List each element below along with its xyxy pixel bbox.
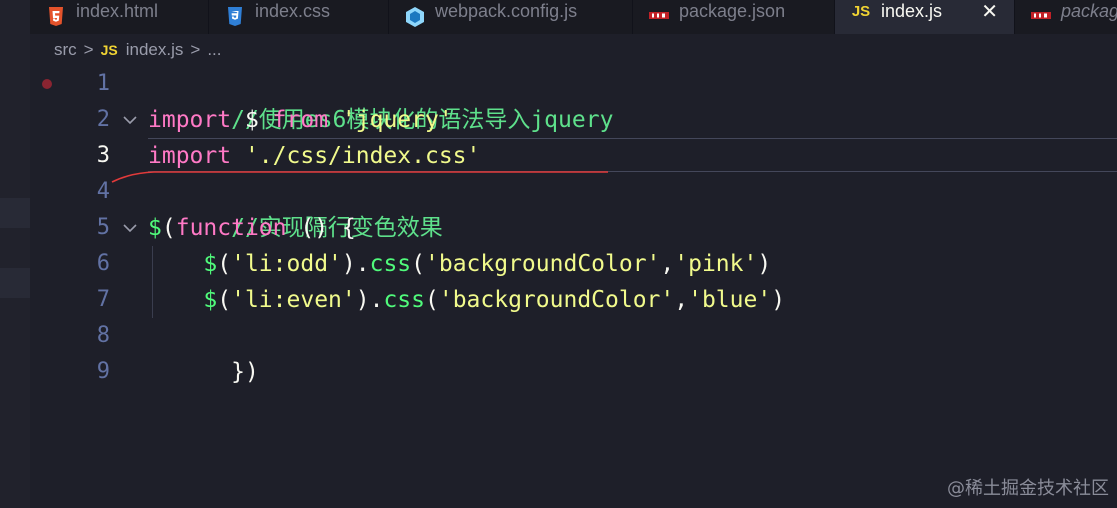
activity-bar-item[interactable] — [0, 198, 30, 228]
breadcrumb: src > JS index.js > ... — [30, 34, 1117, 66]
breadcrumb-more[interactable]: ... — [207, 40, 221, 60]
line-number: 5 — [96, 215, 110, 240]
js-icon: JS — [100, 42, 118, 58]
function-call: $ — [203, 287, 218, 313]
code-line-3: import './css/index.css' — [148, 138, 480, 174]
tab-label: index.css — [255, 0, 331, 21]
punctuation: ) — [771, 287, 786, 313]
line-number: 4 — [96, 179, 110, 204]
css3-icon — [225, 7, 245, 27]
punctuation: () { — [286, 215, 356, 241]
npm-icon — [1031, 12, 1051, 22]
tab-package-json-preview[interactable]: packag — [1015, 0, 1117, 34]
string: 'li:even' — [231, 287, 356, 313]
code-line-5: $(function () { — [148, 210, 356, 246]
tab-label: webpack.config.js — [435, 0, 578, 21]
breadcrumb-folder[interactable]: src — [54, 40, 77, 60]
chevron-right-icon: > — [190, 40, 201, 59]
close-icon[interactable]: ✕ — [981, 0, 998, 24]
js-icon: JS — [851, 2, 871, 20]
string: 'pink' — [674, 251, 758, 277]
tab-webpack-config[interactable]: webpack.config.js — [389, 0, 633, 34]
string: 'backgroundColor' — [438, 287, 675, 313]
punctuation: , — [674, 287, 689, 313]
breadcrumb-file[interactable]: index.js — [126, 40, 184, 60]
keyword: import — [148, 107, 232, 133]
punctuation: , — [660, 251, 675, 277]
tab-bar: index.html index.css webpack.config.js p… — [30, 0, 1117, 34]
line-number: 3 — [96, 143, 110, 168]
keyword: function — [175, 215, 287, 241]
punctuation: ). — [341, 251, 370, 277]
chevron-right-icon: > — [83, 40, 94, 59]
code-area[interactable]: //使用es6模块化的语法导入jquery import $ from 'jqu… — [148, 66, 1117, 508]
keyword: from — [272, 107, 329, 133]
tab-label: index.html — [76, 0, 159, 21]
keyword: import — [148, 143, 232, 169]
code-line-2: import $ from 'jquery' — [148, 102, 453, 138]
activity-bar-item[interactable] — [0, 268, 30, 298]
string: 'li:odd' — [231, 251, 342, 277]
tab-package-json[interactable]: package.json — [633, 0, 835, 34]
line-number: 2 — [96, 107, 110, 132]
gutter: 1 2 3 4 5 6 7 8 9 — [30, 66, 148, 508]
line-number: 1 — [96, 71, 110, 96]
tab-index-html[interactable]: index.html — [30, 0, 209, 34]
line-number: 9 — [96, 359, 110, 384]
punctuation: ( — [161, 215, 176, 241]
npm-icon — [649, 12, 669, 22]
punctuation: ( — [217, 251, 232, 277]
method-call: css — [369, 251, 412, 277]
code-line-4: //实现隔行变色效果 — [148, 174, 443, 241]
tab-label: index.js — [881, 0, 943, 21]
function-call: $ — [148, 215, 162, 241]
tab-index-js[interactable]: JS index.js ✕ — [835, 0, 1015, 34]
string: 'jquery' — [341, 107, 453, 133]
tab-label: packag — [1061, 0, 1117, 21]
function-call: $ — [203, 251, 218, 277]
code-line-7: $('li:even').css('backgroundColor','blue… — [148, 282, 785, 318]
punctuation: ( — [424, 287, 439, 313]
code-line-6: $('li:odd').css('backgroundColor','pink'… — [148, 246, 771, 282]
line-number: 6 — [96, 251, 110, 276]
method-call: css — [383, 287, 425, 313]
string: 'backgroundColor' — [425, 251, 661, 277]
line-number: 7 — [96, 287, 110, 312]
string: 'blue' — [688, 287, 772, 313]
punctuation: ). — [355, 287, 384, 313]
webpack-icon — [405, 7, 425, 27]
string: './css/index.css' — [244, 143, 481, 169]
fold-chevron-icon[interactable] — [122, 102, 138, 138]
html5-icon — [46, 7, 66, 27]
line-number: 8 — [96, 323, 110, 348]
code-line-8: }) — [148, 318, 259, 385]
tab-index-css[interactable]: index.css — [209, 0, 389, 34]
punctuation: ( — [217, 287, 232, 313]
punctuation: ) — [757, 251, 772, 277]
fold-chevron-icon[interactable] — [122, 210, 138, 246]
punctuation: }) — [231, 359, 259, 385]
punctuation: ( — [411, 251, 425, 277]
activity-bar — [0, 0, 31, 508]
watermark: @稀土掘金技术社区 — [947, 478, 1109, 499]
code-line-1: //使用es6模块化的语法导入jquery — [148, 66, 613, 133]
tab-label: package.json — [679, 0, 786, 21]
identifier: $ — [244, 107, 259, 133]
code-editor[interactable]: 1 2 3 4 5 6 7 8 9 //使用es6模块化的语法导入jquery … — [30, 66, 1117, 508]
